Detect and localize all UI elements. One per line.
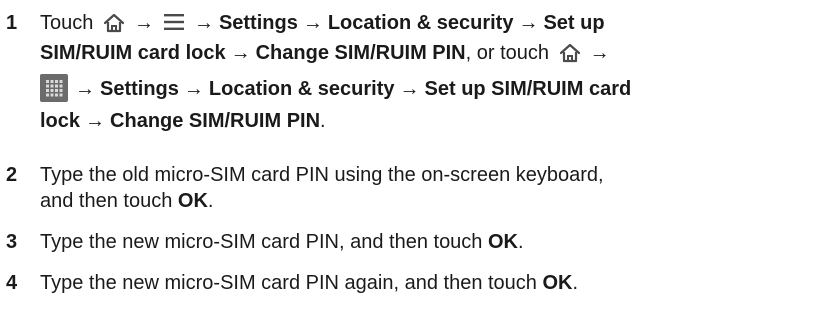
step-bold-text: Set up SIM/RUIM card [424, 78, 632, 100]
arrow: → [399, 78, 420, 100]
step-number-2: 2 [6, 164, 18, 186]
step-text: and then touch [40, 190, 173, 212]
step-number-1: 1 [6, 12, 18, 34]
step-bold-text: Change SIM/RUIM PIN [110, 110, 321, 132]
step-bold-text: Location & security [208, 78, 395, 100]
step-text: Type the new micro-SIM card PIN again, a… [40, 272, 537, 294]
step-bold-text: lock [40, 110, 81, 132]
apps-grid-icon [40, 74, 68, 102]
step-text: Type the old micro-SIM card PIN using th… [40, 164, 604, 186]
arrow: → [230, 42, 251, 64]
step-bold-text: Location & security [327, 12, 514, 34]
step-text: Touch [40, 12, 94, 34]
step-bold-text: Settings [218, 12, 298, 34]
arrow: → [133, 12, 154, 34]
step-text: , or touch [465, 42, 550, 64]
home-icon [103, 13, 125, 33]
arrow: → [302, 12, 323, 34]
step-bold-text: SIM/RUIM card lock [40, 42, 226, 64]
arrow: → [589, 42, 610, 64]
arrow: → [193, 12, 214, 34]
step-2-line-2: and then touch OK. [40, 186, 213, 216]
step-4-line-1: Type the new micro-SIM card PIN again, a… [40, 268, 578, 298]
ok-label: OK [542, 272, 573, 294]
step-1-line-1: Touch → → Settings → Location & security → Se… [40, 8, 605, 38]
step-3-line-1: Type the new micro-SIM card PIN, and the… [40, 227, 524, 257]
home-icon [559, 43, 580, 63]
step-text: . [320, 110, 326, 132]
arrow: → [183, 78, 204, 100]
step-text: . [207, 190, 214, 212]
step-bold-text: Set up [543, 12, 605, 34]
arrow: → [85, 110, 106, 132]
step-number-3: 3 [6, 231, 18, 253]
step-1-line-4: lock → Change SIM/RUIM PIN. [40, 106, 326, 136]
step-bold-text: Settings [100, 78, 179, 100]
step-bold-text: Change SIM/RUIM PIN [255, 42, 466, 64]
step-1-line-2: SIM/RUIM card lock → Change SIM/RUIM PIN, … [40, 38, 615, 68]
arrow: → [518, 12, 539, 34]
step-text: Type the new micro-SIM card PIN, and the… [40, 231, 483, 253]
step-text: . [572, 272, 579, 294]
ok-label: OK [177, 190, 208, 212]
step-1-line-3: → Settings → Location & security → Set up SIM… [40, 74, 631, 104]
step-text: . [518, 231, 524, 253]
menu-icon [163, 14, 184, 30]
step-number-4: 4 [6, 272, 18, 294]
arrow: → [75, 78, 95, 100]
ok-label: OK [488, 231, 518, 253]
